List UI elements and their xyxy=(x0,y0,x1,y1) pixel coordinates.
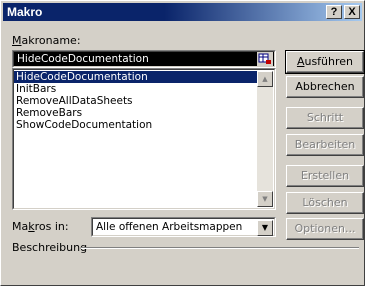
scroll-up-icon[interactable]: ▲ xyxy=(257,71,273,87)
edit-button[interactable]: Bearbeiten xyxy=(286,134,364,156)
macro-dialog: Makro ? X Makroname: HideCodeDocumentati… xyxy=(0,0,365,286)
macros-in-select[interactable]: Alle offenen Arbeitsmappen ▼ xyxy=(91,217,276,237)
close-button[interactable]: X xyxy=(344,5,360,19)
window-title: Makro xyxy=(7,5,43,19)
list-item[interactable]: InitBars xyxy=(14,83,56,95)
list-item[interactable]: RemoveAllDataSheets xyxy=(14,95,133,107)
description-label: Beschreibung xyxy=(12,241,88,254)
list-item[interactable]: HideCodeDocumentation xyxy=(14,71,258,83)
help-button[interactable]: ? xyxy=(326,5,342,19)
macro-name-label: Makroname: xyxy=(12,34,81,47)
list-item[interactable]: ShowCodeDocumentation xyxy=(14,119,152,131)
list-item[interactable]: RemoveBars xyxy=(14,107,82,119)
macros-in-value: Alle offenen Arbeitsmappen xyxy=(96,221,243,233)
list-scrollbar[interactable]: ▲ ▼ xyxy=(257,71,273,207)
macros-in-label: Makros in: xyxy=(12,220,69,233)
run-button[interactable]: Ausführen xyxy=(285,50,365,74)
ref-edit-icon[interactable] xyxy=(257,52,273,66)
options-button[interactable]: Optionen... xyxy=(286,218,364,240)
chevron-down-icon[interactable]: ▼ xyxy=(257,220,273,236)
macro-name-field[interactable]: HideCodeDocumentation xyxy=(12,50,276,68)
create-button[interactable]: Erstellen xyxy=(286,165,364,187)
macro-name-input-text: HideCodeDocumentation xyxy=(17,53,149,65)
step-button[interactable]: Schritt xyxy=(286,107,364,129)
description-area xyxy=(12,257,359,279)
macro-list[interactable]: HideCodeDocumentation InitBars RemoveAll… xyxy=(12,68,276,210)
cancel-button[interactable]: Abbrechen xyxy=(286,76,364,98)
title-bar[interactable]: Makro ? X xyxy=(3,3,362,21)
delete-button[interactable]: Löschen xyxy=(286,192,364,214)
scroll-down-icon[interactable]: ▼ xyxy=(257,191,273,207)
